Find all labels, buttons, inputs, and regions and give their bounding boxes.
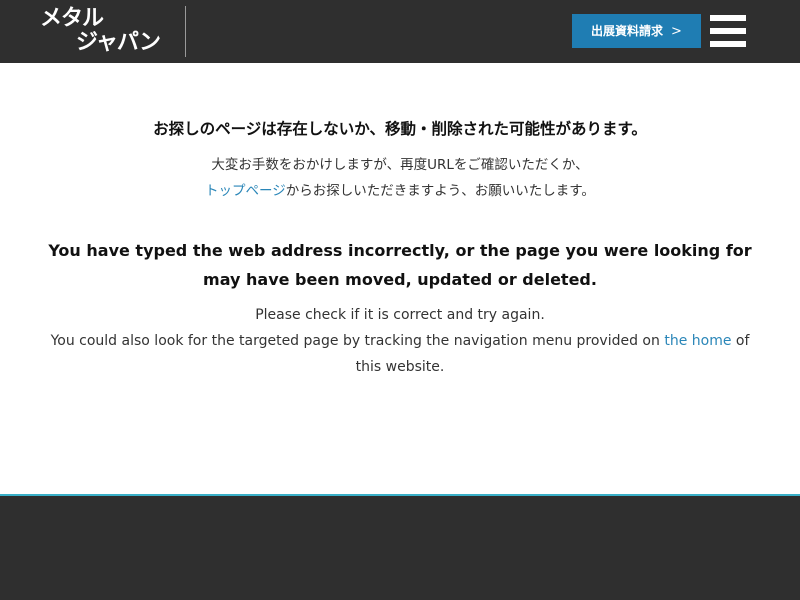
logo-line-2: ジャパン	[76, 30, 161, 55]
request-materials-label: 出展資料請求	[591, 24, 664, 38]
en-message-line-2-pre: You could also look for the targeted pag…	[50, 333, 665, 349]
jp-message-line-2: トップページからお探しいただきますよう、お願いいたします。	[0, 178, 800, 204]
en-error-message: Please check if it is correct and try ag…	[40, 302, 760, 380]
request-materials-button[interactable]: 出展資料請求 >	[572, 14, 701, 48]
hamburger-menu-icon[interactable]	[710, 15, 746, 47]
logo-line-1: メタル	[40, 6, 104, 31]
jp-message-line-1: 大変お手数をおかけしますが、再度URLをご確認いただくか、	[211, 157, 589, 173]
menu-bar	[710, 15, 746, 21]
jp-message-line-2-text: からお探しいただきますよう、お願いいたします。	[285, 183, 595, 199]
top-page-link[interactable]: トップページ	[205, 183, 286, 199]
error-content: お探しのページは存在しないか、移動・削除された可能性があります。 大変お手数をお…	[0, 63, 800, 494]
chevron-right-icon: >	[671, 24, 682, 39]
site-logo[interactable]: メタル ジャパン	[40, 7, 162, 57]
menu-bar	[710, 41, 746, 47]
menu-bar	[710, 28, 746, 34]
jp-error-message: 大変お手数をおかけしますが、再度URLをご確認いただくか、 トップページからお探…	[0, 152, 800, 204]
site-header: メタル ジャパン 出展資料請求 >	[0, 0, 800, 63]
en-message-line-2: You could also look for the targeted pag…	[40, 328, 760, 380]
home-link[interactable]: the home	[664, 333, 731, 349]
en-error-heading: You have typed the web address incorrect…	[48, 241, 752, 289]
site-footer	[0, 496, 800, 600]
logo-divider	[185, 6, 186, 57]
jp-error-heading: お探しのページは存在しないか、移動・削除された可能性があります。	[153, 120, 647, 138]
en-message-line-1: Please check if it is correct and try ag…	[255, 307, 545, 323]
